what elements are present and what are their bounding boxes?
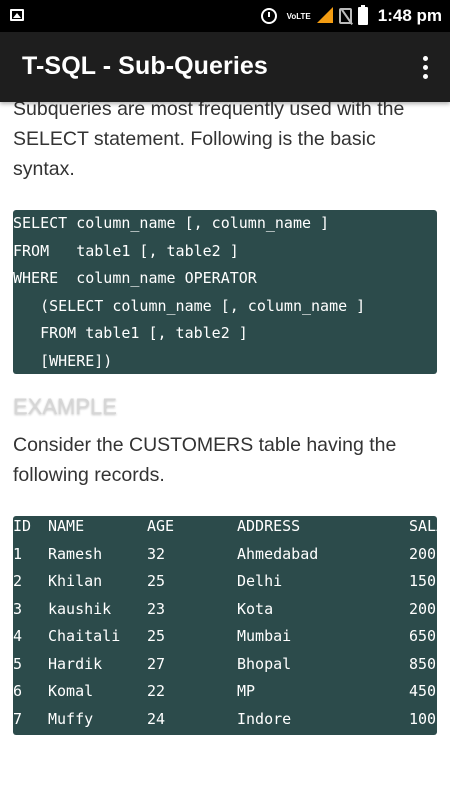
- table-cell: Mumbai: [237, 627, 292, 645]
- table-cell: MP: [237, 682, 256, 700]
- table-cell: 5: [13, 654, 23, 673]
- description-line: Consider the CUSTOMERS table having the: [13, 434, 397, 456]
- code-line: [WHERE]): [13, 351, 113, 370]
- table-cell: Khilan: [48, 572, 103, 590]
- table-cell: 6: [13, 682, 23, 700]
- intro-line: syntax.: [13, 158, 75, 180]
- code-line: FROM table1 [, table2 ]: [13, 241, 239, 260]
- table-cell: 2000.00: [409, 599, 437, 618]
- table-cell: Chaitali: [48, 627, 121, 645]
- table-header-cell: ID: [13, 517, 32, 535]
- table-cell: kaushik: [48, 599, 112, 618]
- alarm-icon: [260, 8, 277, 24]
- table-cell: 4500.00: [409, 682, 437, 700]
- image-icon: [10, 9, 24, 21]
- code-line: SELECT column_name [, column_name ]: [13, 214, 330, 232]
- table-cell: Indore: [237, 709, 292, 728]
- table-header-cell: SALARY: [409, 517, 437, 535]
- content-scroll-area[interactable]: Subqueries are most frequently used with…: [0, 102, 450, 800]
- customers-table-block: IDNAMEAGEADDRESSSALARY1Ramesh32Ahmedabad…: [13, 516, 437, 735]
- intro-line: SELECT statement. Following is the basic: [13, 128, 376, 150]
- overflow-menu-dot: [423, 65, 428, 70]
- syntax-code-block: SELECT column_name [, column_name ] FROM…: [13, 210, 437, 374]
- table-cell: 32: [147, 544, 166, 563]
- status-bar: VoLTE 1:48 pm: [0, 0, 450, 32]
- table-cell: 8500.00: [409, 654, 437, 673]
- overflow-menu-icon: [423, 56, 428, 61]
- table-cell: Komal: [48, 682, 94, 700]
- table-cell: 24: [147, 709, 166, 728]
- overflow-menu-button[interactable]: [416, 54, 436, 82]
- intro-line: Subqueries are most frequently used with…: [13, 102, 405, 120]
- table-cell: 3: [13, 599, 23, 618]
- table-header-cell: AGE: [147, 517, 175, 535]
- table-header-cell: NAME: [48, 517, 85, 535]
- table-cell: 27: [147, 654, 166, 673]
- overflow-menu-dot: [423, 74, 428, 79]
- table-cell: 6500.00: [409, 627, 437, 645]
- table-header-cell: ADDRESS: [237, 517, 301, 535]
- example-heading: EXAMPLE: [13, 394, 117, 419]
- status-time: 1:48 pm: [377, 6, 442, 25]
- example-description: Consider the CUSTOMERS table having the …: [13, 430, 438, 490]
- battery-icon: [357, 5, 368, 25]
- table-cell: 7: [13, 709, 23, 728]
- table-cell: 25: [147, 627, 166, 645]
- table-cell: Bhopal: [237, 654, 292, 673]
- code-line: FROM table1 [, table2 ]: [13, 324, 248, 342]
- table-cell: 23: [147, 599, 166, 618]
- intro-paragraph: Subqueries are most frequently used with…: [13, 102, 438, 184]
- table-cell: 10000.00: [409, 709, 437, 728]
- table-cell: Delhi: [237, 572, 283, 590]
- table-cell: Kota: [237, 599, 274, 618]
- table-cell: 4: [13, 627, 23, 645]
- code-line: (SELECT column_name [, column_name ]: [13, 296, 366, 315]
- table-cell: Hardik: [48, 654, 103, 673]
- table-cell: 25: [147, 572, 166, 590]
- signal-icon: [316, 7, 333, 23]
- app-bar: T-SQL - Sub-Queries: [0, 32, 450, 102]
- table-cell: 1: [13, 544, 23, 563]
- table-cell: Muffy: [48, 709, 94, 728]
- table-cell: Ahmedabad: [237, 544, 319, 563]
- status-icons: VoLTE 1:48 pm: [260, 0, 442, 32]
- volte-label: VoLTE: [286, 11, 311, 21]
- no-sim-icon: [338, 8, 352, 24]
- table-cell: 2: [13, 572, 23, 590]
- table-cell: Ramesh: [48, 544, 103, 563]
- table-cell: 2000.00: [409, 544, 437, 563]
- table-cell: 1500.00: [409, 572, 437, 590]
- table-cell: 22: [147, 682, 166, 700]
- page-title: T-SQL - Sub-Queries: [22, 52, 268, 80]
- description-line: following records.: [13, 464, 165, 486]
- code-line: WHERE column_name OPERATOR: [13, 269, 257, 287]
